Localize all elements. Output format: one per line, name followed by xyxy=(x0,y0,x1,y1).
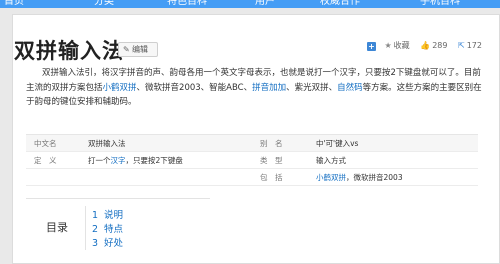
top-navigation-bar: 首页 分类 特色百科 用户 权威合作 手机百科 xyxy=(0,0,500,8)
info-value-text: ，微软拼音2003 xyxy=(346,173,403,182)
summary-text-2: 、微软拼音2003、智能ABC、 xyxy=(136,82,253,93)
toc-item-number: 1 xyxy=(92,210,99,221)
info-key: 定 义 xyxy=(34,156,57,165)
nav-item-mobile[interactable]: 手机百科 xyxy=(420,0,460,8)
info-link-hanzi[interactable]: 汉字 xyxy=(111,156,126,165)
nav-item-cooperation[interactable]: 权威合作 xyxy=(320,0,360,8)
info-key: 别 名 xyxy=(260,139,283,148)
summary-link-pinyinjiajia[interactable]: 拼音加加 xyxy=(252,83,286,93)
info-link-xiaohe[interactable]: 小鹤双拼 xyxy=(316,173,346,182)
info-key: 中文名 xyxy=(34,139,57,148)
favorite-label[interactable]: 收藏 xyxy=(394,40,410,52)
nav-item-home[interactable]: 首页 xyxy=(4,0,24,8)
toc-item[interactable]: 1 说明 xyxy=(92,209,212,223)
info-value-text: 打一个 xyxy=(88,156,111,165)
info-value: 小鹤双拼，微软拼音2003 xyxy=(316,169,403,186)
info-value: 中'可'键入vs xyxy=(316,139,359,148)
info-value: 打一个汉字，只要按2下键盘 xyxy=(88,152,183,169)
toc-item-label[interactable]: 好处 xyxy=(104,238,123,249)
like-count: 289 xyxy=(432,41,448,50)
info-key: 类 型 xyxy=(260,156,283,165)
info-key: 包 括 xyxy=(260,173,283,182)
nav-item-category[interactable]: 分类 xyxy=(94,0,114,8)
star-icon[interactable]: ★ xyxy=(385,40,392,52)
toc-item-number: 2 xyxy=(92,224,99,235)
article-actions: + ★ 收藏 👍 289 ⇱ 172 xyxy=(366,40,482,52)
share-icon[interactable]: ⇱ xyxy=(458,40,465,52)
info-value: 双拼输入法 xyxy=(88,139,126,148)
share-count: 172 xyxy=(466,41,482,50)
table-of-contents-header: 目录 xyxy=(26,206,86,250)
nav-item-users[interactable]: 用户 xyxy=(255,0,275,8)
toc-item[interactable]: 3 好处 xyxy=(92,237,212,251)
info-row: 包 括 小鹤双拼，微软拼音2003 xyxy=(26,169,478,186)
info-value-text: ，只要按2下键盘 xyxy=(125,156,183,165)
article-summary: 双拼输入法引，将汉字拼音的声、韵母各用一个英文字母表示，也就是说打一个汉字，只要… xyxy=(26,66,482,110)
pencil-icon: ✎ xyxy=(123,45,130,54)
info-row: 定 义 打一个汉字，只要按2下键盘 类 型 输入方式 xyxy=(26,152,478,169)
summary-link-ziranma[interactable]: 自然码 xyxy=(337,83,363,93)
edit-button[interactable]: ✎ 编辑 xyxy=(118,42,158,57)
info-row: 中文名 双拼输入法 别 名 中'可'键入vs xyxy=(26,135,478,152)
toc-item-label[interactable]: 特点 xyxy=(104,224,123,235)
info-value: 输入方式 xyxy=(316,156,346,165)
toc-divider xyxy=(26,198,210,199)
edit-label: 编辑 xyxy=(132,45,148,54)
toc-item-number: 3 xyxy=(92,238,99,249)
summary-link-xiaohe[interactable]: 小鹤双拼 xyxy=(103,83,137,93)
table-of-contents: 1 说明 2 特点 3 好处 xyxy=(92,209,212,251)
summary-text-3: 、紫光双拼、 xyxy=(286,82,338,93)
toc-item[interactable]: 2 特点 xyxy=(92,223,212,237)
page-title: 双拼输入法 xyxy=(14,39,124,63)
toc-title: 目录 xyxy=(46,221,68,234)
nav-item-featured[interactable]: 特色百科 xyxy=(167,0,207,8)
info-table: 中文名 双拼输入法 别 名 中'可'键入vs 定 义 打一个汉字，只要按2下键盘… xyxy=(26,134,478,186)
thumbs-up-icon[interactable]: 👍 xyxy=(420,40,430,52)
plus-icon[interactable]: + xyxy=(366,41,376,51)
toc-item-label[interactable]: 说明 xyxy=(104,210,123,221)
